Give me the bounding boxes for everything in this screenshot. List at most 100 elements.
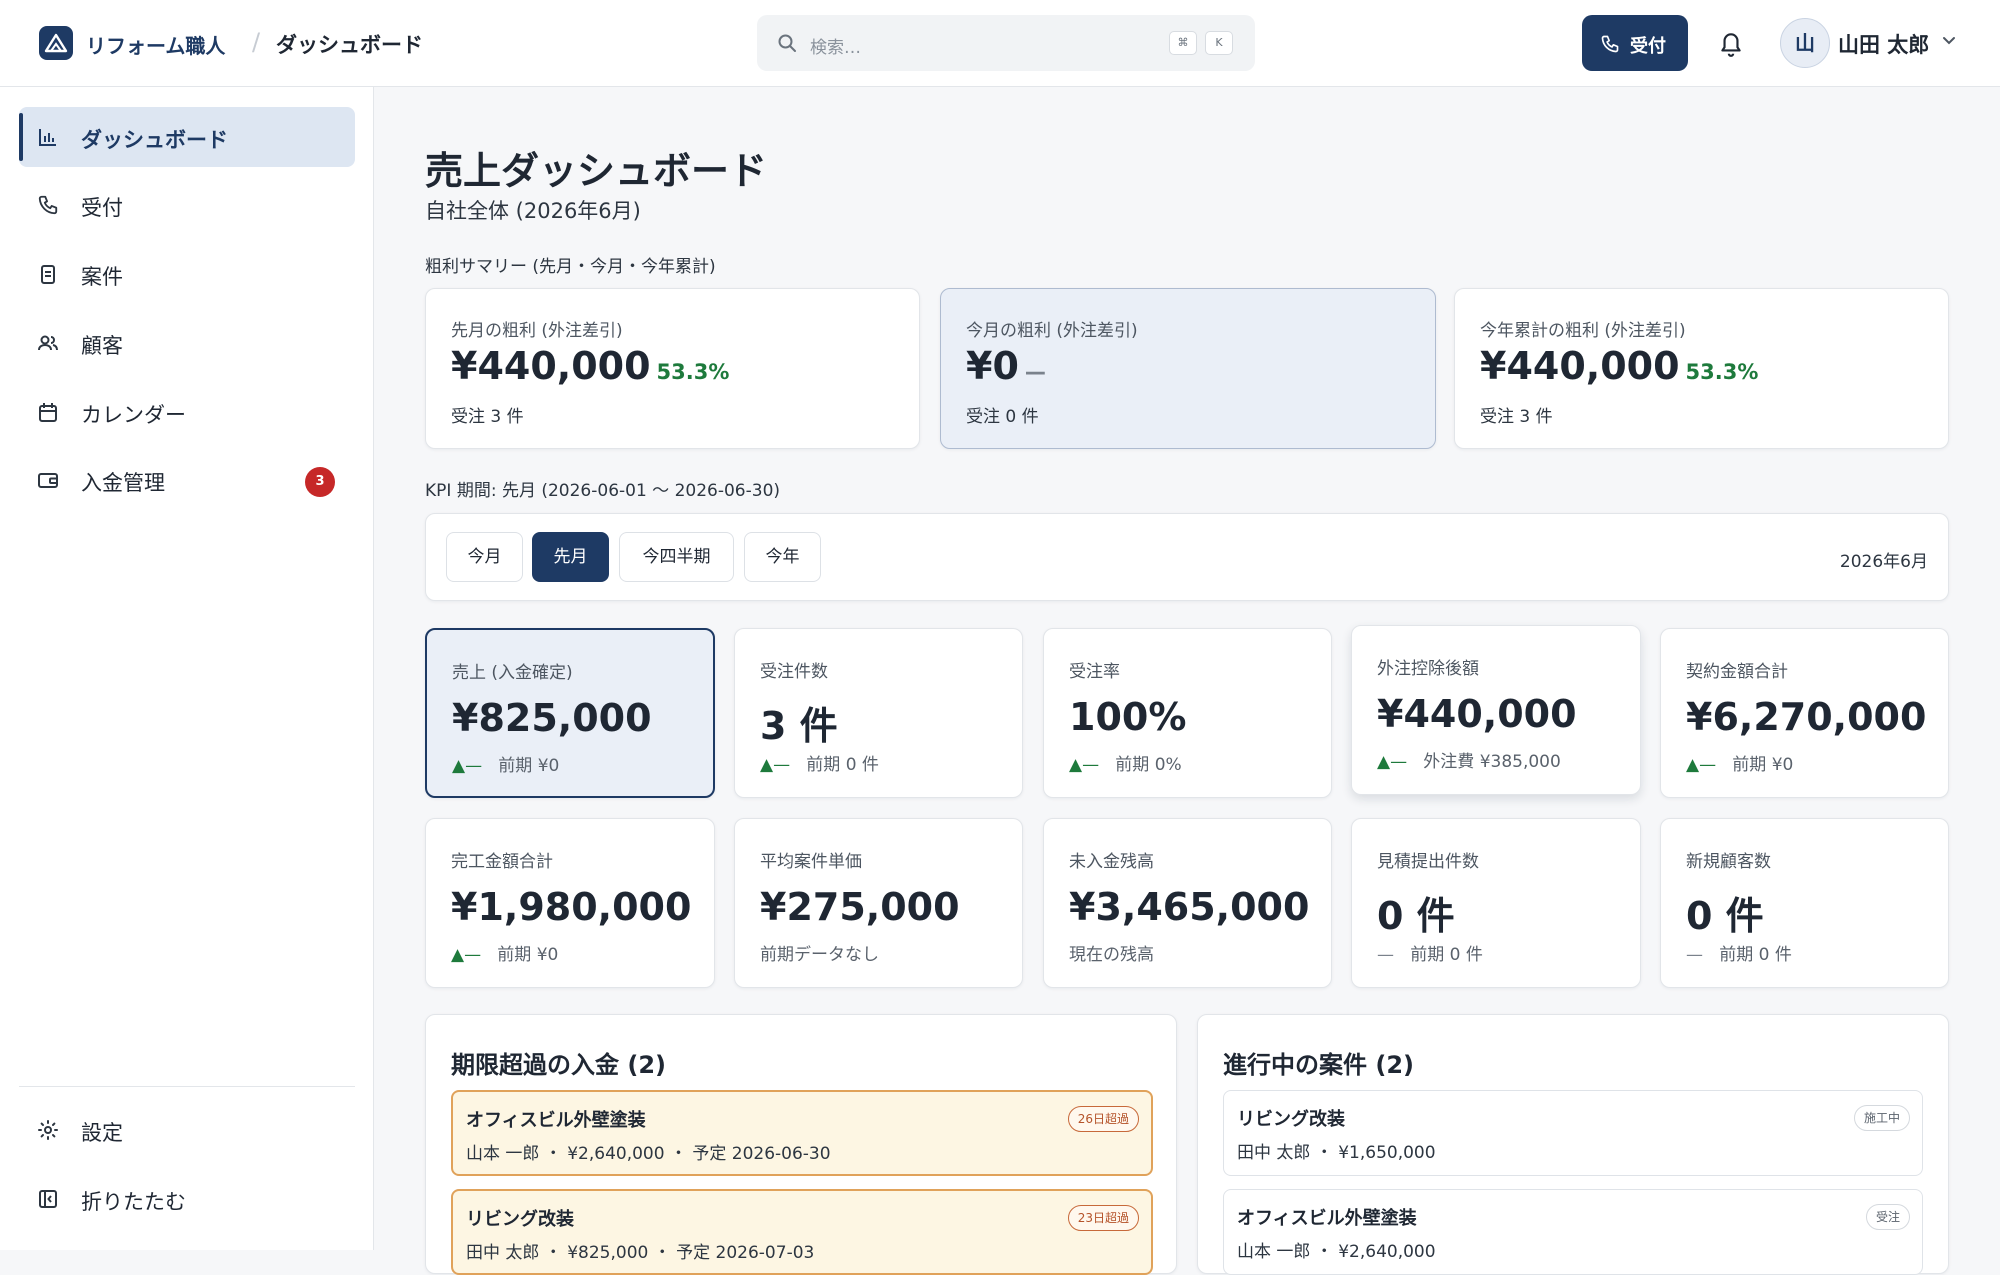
summary-card-label: 先月の粗利 (外注差引) [451, 321, 623, 341]
chevron-down-icon[interactable] [1942, 36, 1956, 46]
active-projects-panel: 進行中の案件 (2) リビング改装 田中 太郎 ・ ¥1,650,000 施工中… [1197, 1014, 1949, 1275]
user-name[interactable]: 山田 太郎 [1838, 29, 1929, 59]
calendar-icon [39, 403, 57, 422]
sidebar-item-dashboard[interactable]: ダッシュボード [19, 107, 355, 167]
sidebar-item-label: 入金管理 [81, 471, 165, 495]
active-project-item[interactable]: オフィスビル外壁塗装 山本 一郎 ・ ¥2,640,000 受注 [1223, 1189, 1923, 1275]
overdue-payment-item[interactable]: リビング改装 田中 太郎 ・ ¥825,000 ・ 予定 2026-07-03 … [451, 1189, 1153, 1275]
kpi-value: ¥825,000 [452, 696, 652, 740]
trend-up-icon: ▲— [1686, 755, 1717, 775]
payments-count-badge: 3 [305, 467, 335, 497]
trend-flat-icon: — [1377, 945, 1394, 965]
sidebar-item-payments[interactable]: 入金管理 3 [19, 450, 355, 510]
summary-section-label: 粗利サマリー (先月・今月・今年累計) [425, 257, 716, 277]
kpi-card-outstanding-balance[interactable]: 未入金残高 ¥3,465,000 現在の残高 [1043, 818, 1332, 988]
kpi-card-orders[interactable]: 受注件数 3 件 ▲— 前期 0 件 [734, 628, 1023, 798]
overdue-payment-item[interactable]: オフィスビル外壁塗装 山本 一郎 ・ ¥2,640,000 ・ 予定 2026-… [451, 1090, 1153, 1176]
kpi-comparison: — 前期 0 件 [1377, 945, 1483, 965]
search-icon [778, 34, 796, 52]
summary-card-value: ¥440,000 53.3% [1480, 344, 1759, 388]
kpi-period-label: KPI 期間: 先月 (2026-06-01 〜 2026-06-30) [425, 481, 781, 501]
reception-button-label: 受付 [1630, 36, 1666, 57]
sidebar-item-projects[interactable]: 案件 [19, 244, 355, 304]
page-title: 売上ダッシュボード [425, 149, 768, 193]
summary-card-value: ¥0— [966, 344, 1046, 388]
kpi-comparison: 前期データなし [760, 945, 879, 965]
summary-card-label: 今年累計の粗利 (外注差引) [1480, 321, 1686, 341]
kpi-label: 売上 (入金確定) [452, 663, 573, 683]
kpi-value: 0 件 [1377, 894, 1455, 938]
tab-this-quarter[interactable]: 今四半期 [619, 532, 734, 582]
kpi-card-average-deal[interactable]: 平均案件単価 ¥275,000 前期データなし [734, 818, 1023, 988]
kpi-label: 受注率 [1069, 662, 1120, 682]
kpi-card-contract-total[interactable]: 契約金額合計 ¥6,270,000 ▲— 前期 ¥0 [1660, 628, 1949, 798]
kpi-label: 契約金額合計 [1686, 662, 1788, 682]
period-display: 2026年6月 [1839, 552, 1928, 572]
reception-button[interactable]: 受付 [1582, 15, 1688, 71]
kpi-value: 3 件 [760, 704, 838, 748]
item-details: 田中 太郎 ・ ¥825,000 ・ 予定 2026-07-03 [466, 1243, 815, 1263]
kpi-label: 未入金残高 [1069, 852, 1154, 872]
kpi-card-sales[interactable]: 売上 (入金確定) ¥825,000 ▲— 前期 ¥0 [425, 628, 715, 798]
margin-percent: 53.3% [1685, 360, 1759, 384]
sidebar-item-reception[interactable]: 受付 [19, 175, 355, 235]
sidebar-item-label: カレンダー [81, 403, 186, 427]
trend-up-icon: ▲— [1069, 755, 1100, 775]
item-title: オフィスビル外壁塗装 [466, 1110, 646, 1131]
summary-card-year-to-date: 今年累計の粗利 (外注差引) ¥440,000 53.3% 受注 3 件 [1454, 288, 1949, 449]
search-input[interactable]: 検索… ⌘ K [757, 15, 1255, 71]
kpi-label: 受注件数 [760, 662, 828, 682]
phone-icon [38, 195, 58, 215]
brand-name[interactable]: リフォーム職人 [86, 30, 225, 59]
page-subtitle: 自社全体 (2026年6月) [425, 199, 641, 223]
kpi-card-estimates-submitted[interactable]: 見積提出件数 0 件 — 前期 0 件 [1351, 818, 1641, 988]
kpi-label: 平均案件単価 [760, 852, 862, 872]
kpi-value: 100% [1069, 695, 1187, 739]
tab-last-month[interactable]: 先月 [532, 532, 609, 582]
kpi-comparison: ▲— 前期 ¥0 [451, 945, 559, 965]
status-badge: 施工中 [1853, 1105, 1910, 1131]
user-avatar[interactable]: 山 [1780, 18, 1830, 68]
kpi-comparison: 現在の残高 [1069, 945, 1154, 965]
active-project-item[interactable]: リビング改装 田中 太郎 ・ ¥1,650,000 施工中 [1223, 1090, 1923, 1176]
kpi-value: ¥275,000 [760, 885, 960, 929]
kpi-comparison: ▲— 前期 ¥0 [452, 756, 560, 776]
kpi-value: ¥440,000 [1377, 692, 1577, 736]
sidebar-collapse-button[interactable]: 折りたたむ [19, 1169, 355, 1229]
kpi-label: 完工金額合計 [451, 852, 553, 872]
notification-bell-icon[interactable] [1718, 30, 1744, 58]
kpi-comparison: ▲— 前期 ¥0 [1686, 755, 1794, 775]
kpi-card-net-after-subcontract[interactable]: 外注控除後額 ¥440,000 ▲— 外注費 ¥385,000 [1351, 625, 1641, 795]
sidebar-item-settings[interactable]: 設定 [19, 1100, 355, 1160]
summary-card-orders: 受注 0 件 [966, 407, 1039, 427]
overdue-payments-panel: 期限超過の入金 (2) オフィスビル外壁塗装 山本 一郎 ・ ¥2,640,00… [425, 1014, 1177, 1275]
sidebar-divider [19, 1086, 355, 1087]
kpi-label: 外注控除後額 [1377, 659, 1479, 679]
kpi-card-completed-total[interactable]: 完工金額合計 ¥1,980,000 ▲— 前期 ¥0 [425, 818, 715, 988]
tab-this-month[interactable]: 今月 [446, 532, 523, 582]
phone-icon [1601, 35, 1619, 53]
tab-this-year[interactable]: 今年 [744, 532, 821, 582]
trend-flat-icon: — [1686, 945, 1703, 965]
breadcrumb-current-page: ダッシュボード [276, 33, 423, 57]
kpi-card-new-customers[interactable]: 新規顧客数 0 件 — 前期 0 件 [1660, 818, 1949, 988]
summary-card-orders: 受注 3 件 [1480, 407, 1553, 427]
trend-up-icon: ▲— [451, 945, 482, 965]
panel-title: 期限超過の入金 (2) [451, 1051, 666, 1079]
kpi-value: ¥1,980,000 [451, 885, 692, 929]
overdue-badge: 23日超過 [1067, 1205, 1139, 1231]
margin-percent: 53.3% [656, 360, 730, 384]
sidebar-item-calendar[interactable]: カレンダー [19, 382, 355, 442]
kpi-card-win-rate[interactable]: 受注率 100% ▲— 前期 0% [1043, 628, 1332, 798]
logo-icon[interactable] [39, 26, 73, 60]
sidebar-item-label: 設定 [81, 1121, 123, 1145]
sidebar-item-customers[interactable]: 顧客 [19, 313, 355, 373]
overdue-badge: 26日超過 [1067, 1106, 1139, 1132]
summary-card-value: ¥440,000 53.3% [451, 344, 730, 388]
summary-card-orders: 受注 3 件 [451, 407, 524, 427]
summary-card-last-month: 先月の粗利 (外注差引) ¥440,000 53.3% 受注 3 件 [425, 288, 920, 449]
breadcrumb-separator: / [252, 28, 261, 56]
trend-up-icon: ▲— [1377, 752, 1408, 772]
sidebar-item-label: ダッシュボード [81, 128, 228, 152]
kpi-value: ¥6,270,000 [1686, 695, 1927, 739]
